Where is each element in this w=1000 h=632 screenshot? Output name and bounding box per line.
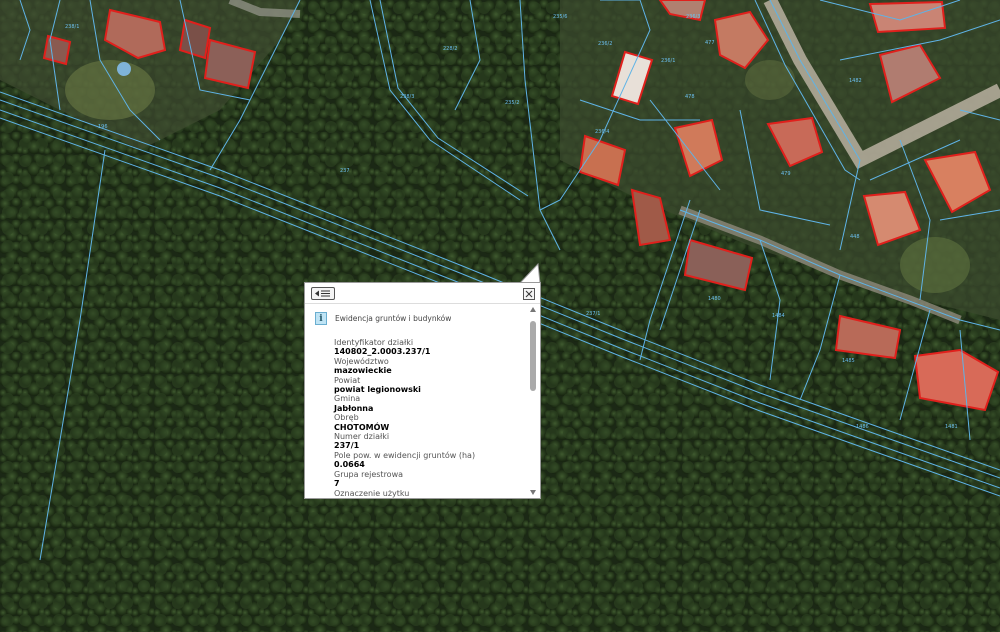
parcel-label: 477 (705, 40, 715, 46)
parcel-label: 1484 (772, 313, 785, 319)
attr-label-voivodeship: Województwo (334, 356, 389, 366)
layer-row[interactable]: i Ewidencja gruntów i budynków (315, 312, 515, 326)
attr-value-county: powiat legionowski (334, 385, 421, 395)
popup-scrollbar[interactable] (529, 307, 538, 495)
parcel-label: 237/1 (586, 311, 600, 317)
attr-label-identifier: Identyfikator działki (334, 338, 414, 347)
parcel-label: 236/3 (686, 14, 700, 20)
popup-header (305, 283, 540, 303)
attr-value-parcel-number: 237/1 (334, 441, 360, 451)
parcel-label: 1480 (708, 296, 721, 302)
parcel-label: 236/2 (598, 41, 612, 47)
attr-value-register-group: 7 (334, 479, 340, 489)
lawn (900, 237, 970, 293)
info-icon: i (315, 312, 327, 325)
popup-divider (305, 303, 540, 304)
attr-value-area: 0.0664 (334, 460, 365, 470)
parcel-info-popup: i Ewidencja gruntów i budynków Identyfik… (304, 282, 541, 499)
parcel-label: 479 (781, 171, 791, 177)
scroll-down-arrow[interactable] (530, 490, 536, 495)
parcel-label: 236/1 (661, 58, 675, 64)
attr-value-precinct: CHOTOMÓW (334, 422, 390, 432)
close-icon (525, 290, 533, 298)
parcel-label: 1481 (945, 424, 958, 430)
parcel-label: 196 (98, 124, 108, 130)
scroll-up-arrow[interactable] (530, 307, 536, 312)
layer-title: Ewidencja gruntów i budynków (335, 314, 452, 323)
parcel-label: 238/1 (65, 24, 79, 30)
attr-value-identifier: 140802_2.0003.237/1 (334, 347, 431, 357)
attr-label-area: Pole pow. w ewidencji gruntów (ha) (334, 450, 476, 460)
parcel-label: 228/2 (443, 46, 457, 52)
attr-value-voivodeship: mazowieckie (334, 366, 392, 376)
attr-value-commune: Jabłonna (334, 403, 374, 413)
scroll-thumb[interactable] (530, 321, 536, 391)
attr-label-precinct: Obręb (334, 413, 359, 423)
attr-label-register-group: Grupa rejestrowa (334, 469, 404, 479)
parcel-label: 235/6 (553, 14, 567, 20)
attribute-list: Identyfikator działki 140802_2.0003.237/… (334, 338, 519, 498)
attr-label-county: Powiat (334, 375, 361, 385)
parcel-label: 1485 (842, 358, 855, 364)
lawn (65, 60, 155, 120)
parcel-label: 448 (850, 234, 860, 240)
parcel-label: 236/4 (595, 129, 609, 135)
parcel-label: 238/3 (400, 94, 414, 100)
parcel-label: 478 (685, 94, 695, 100)
attr-label-commune: Gmina (334, 394, 361, 404)
parcel-label: 235/2 (505, 100, 519, 106)
lawn (745, 60, 795, 100)
parcel-label: 1482 (849, 78, 862, 84)
back-list-button[interactable] (311, 287, 335, 300)
parcel-label: 1486 (856, 424, 869, 430)
attr-label-parcel-number: Numer działki (334, 432, 390, 442)
pool (117, 62, 131, 76)
attr-label-land-use: Oznaczenie użytku (334, 488, 410, 498)
back-list-icon (315, 290, 330, 297)
parcel-label: 237 (340, 168, 350, 174)
close-button[interactable] (523, 288, 535, 300)
